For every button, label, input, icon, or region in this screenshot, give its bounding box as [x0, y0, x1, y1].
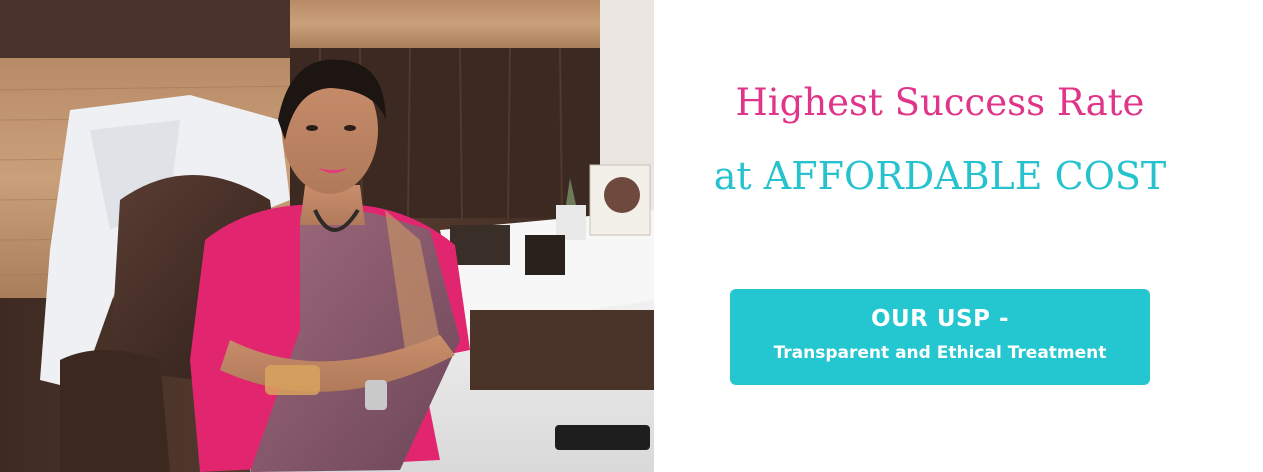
headline-success-rate: Highest Success Rate — [735, 81, 1145, 124]
hero-banner: Highest Success Rate at AFFORDABLE COST … — [0, 0, 1263, 472]
usp-subtitle: Transparent and Ethical Treatment — [773, 343, 1107, 363]
usp-title: OUR USP - — [870, 306, 1010, 332]
headline-affordable-cost: at AFFORDABLE COST — [713, 154, 1167, 198]
usp-box: OUR USP - Transparent and Ethical Treatm… — [730, 289, 1150, 385]
doctor-photo — [0, 0, 654, 472]
